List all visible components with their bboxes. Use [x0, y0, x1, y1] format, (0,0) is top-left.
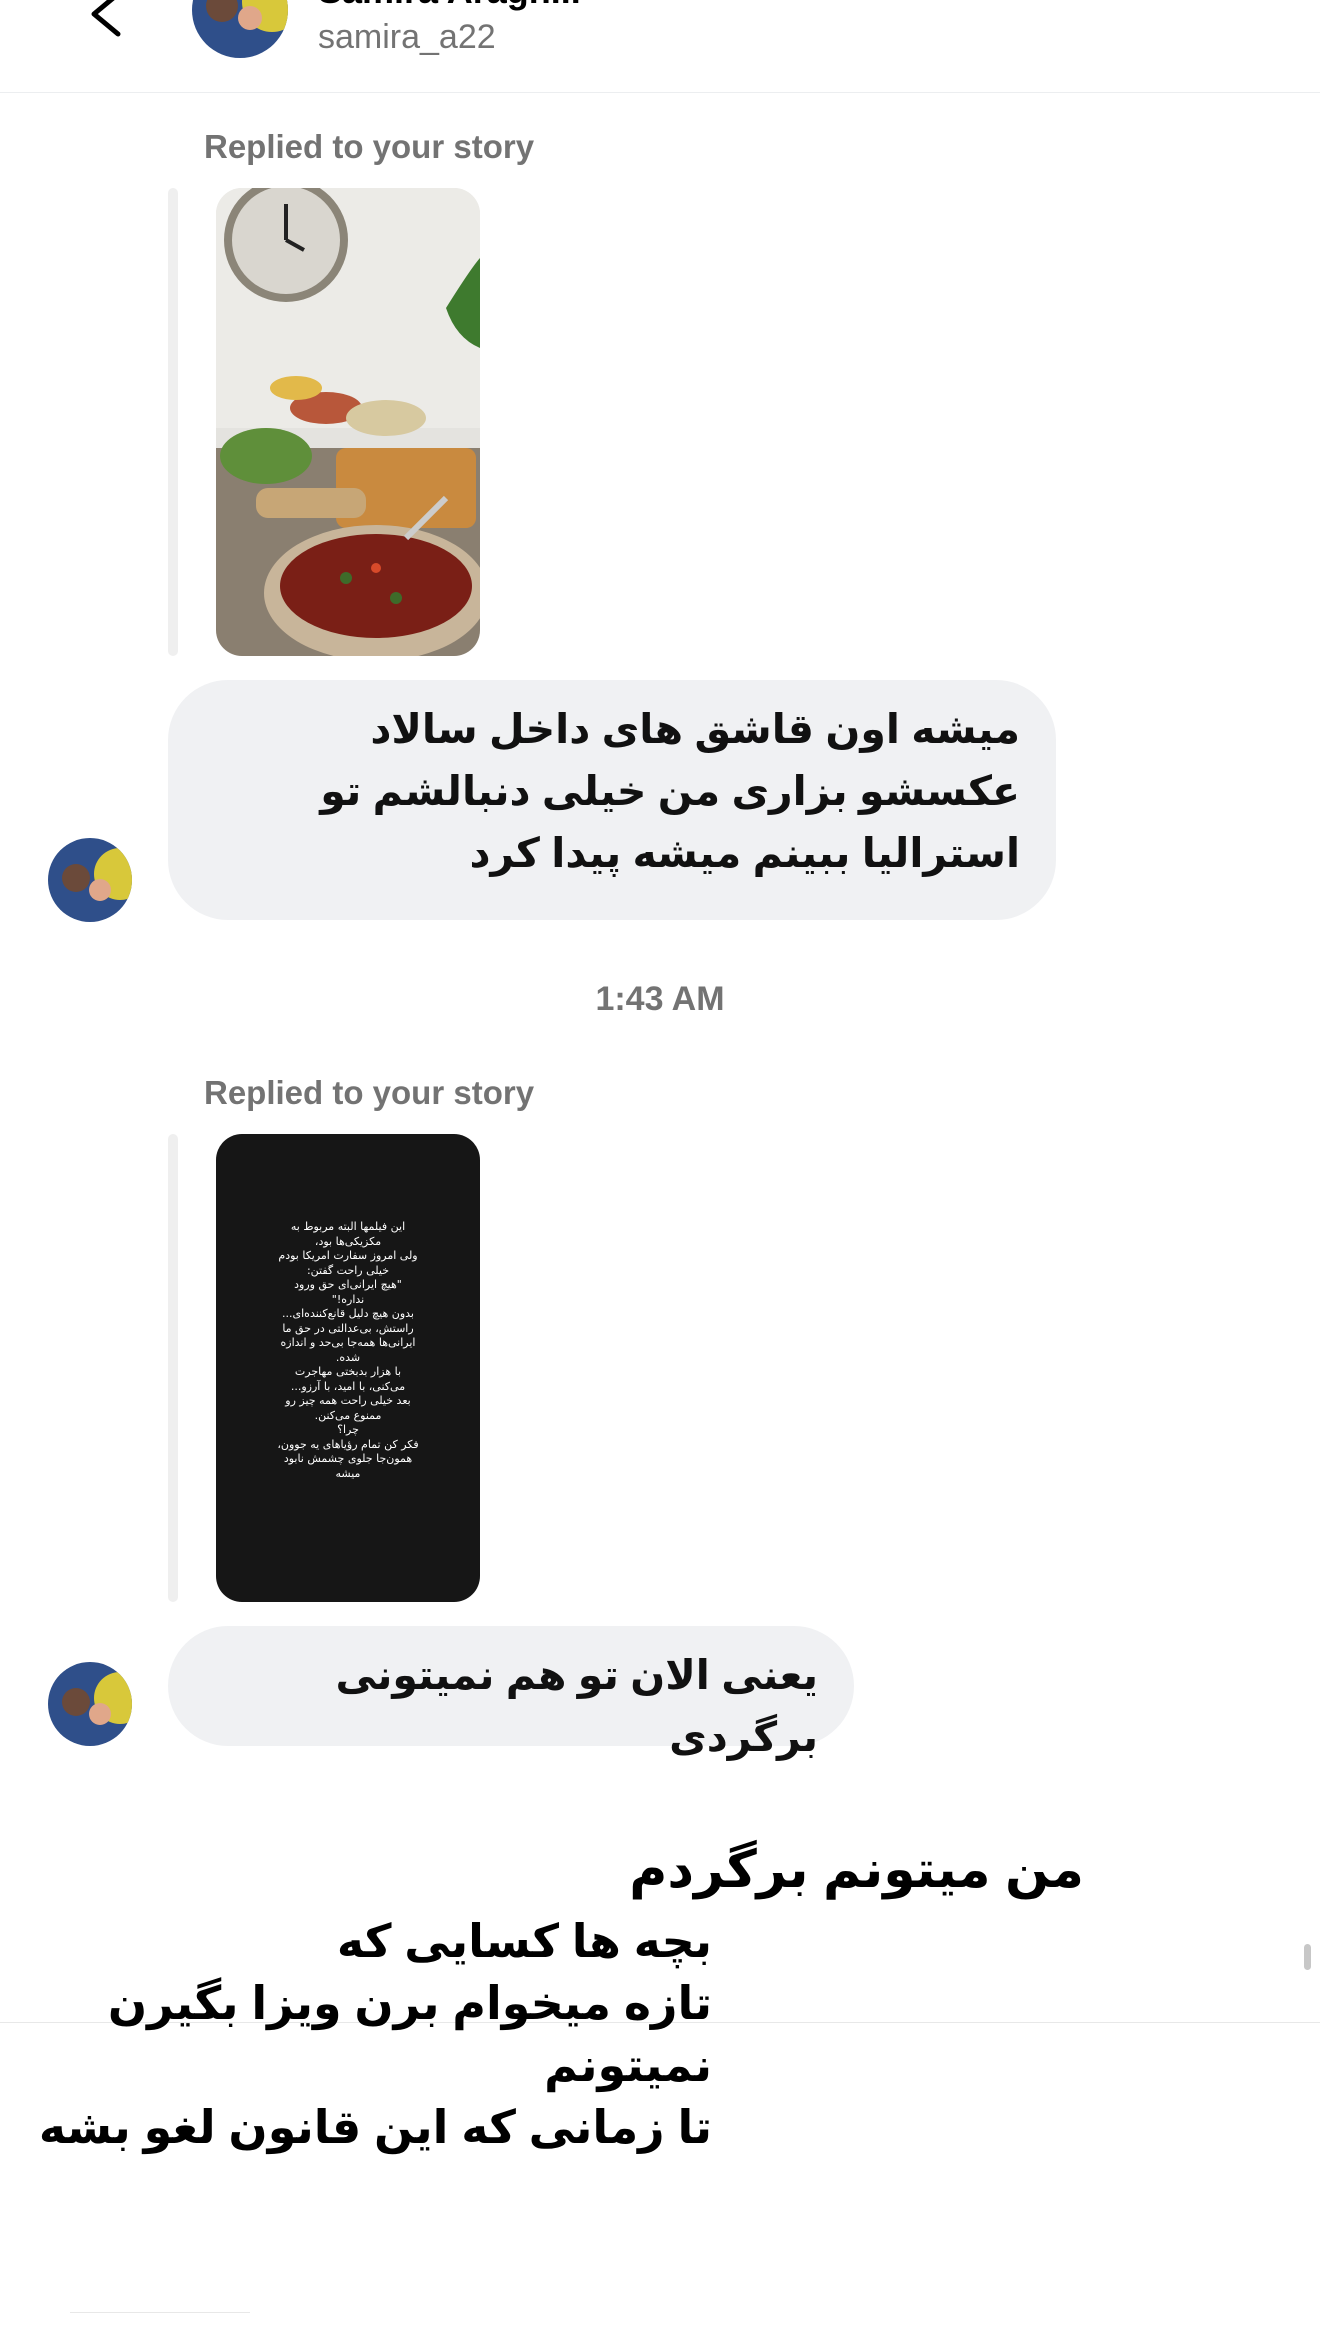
- timestamp: 1:43 AM: [595, 980, 725, 1018]
- scrollbar[interactable]: [1304, 1944, 1311, 1970]
- back-chevron-icon[interactable]: [84, 0, 128, 40]
- story-text-line: این فیلمها البته مربوط به: [290, 1220, 406, 1233]
- story-text-line: راستش، بی‌عدالتی در حق ما: [282, 1321, 414, 1335]
- sender-avatar[interactable]: [48, 1662, 132, 1746]
- composer-line: بچه ها کسایی که: [336, 1915, 712, 1967]
- sender-avatar[interactable]: [48, 838, 132, 922]
- story-text-line: همون‌جا جلوی چشمش نابود: [283, 1452, 413, 1465]
- reply-quote-line: [168, 1134, 178, 1602]
- story-text-line: میشه: [335, 1466, 361, 1480]
- replied-to-story-label: Replied to your story: [204, 1074, 535, 1111]
- story-text-line: چرا؟: [337, 1423, 359, 1436]
- story-text-line: شده.: [335, 1350, 361, 1364]
- message-bubble[interactable]: میشه اون قاشق های داخل سالاد عکسشو بزاری…: [168, 680, 1056, 920]
- message-bubble[interactable]: یعنی الان تو هم نمیتونی برگردی: [168, 1626, 854, 1760]
- composer-line: تا زمانی که این قانون لغو بشه: [38, 2101, 712, 2153]
- story-text-line: خیلی راحت گفتن:: [306, 1263, 390, 1277]
- story-text-line: با هزار بدبختی مهاجرت: [294, 1365, 402, 1378]
- story-text-line: بدون هیچ دلیل قانع‌کننده‌ای...: [282, 1307, 414, 1320]
- story-text-line: ممنوع می‌کنن.: [314, 1408, 382, 1422]
- composer-line: تازه میخوام برن ویزا بگیرن: [107, 1977, 712, 2029]
- story-text-line: مکزیکی‌ها بود،: [314, 1234, 382, 1248]
- composer-text-line[interactable]: من میتونم برگردم: [629, 1840, 1084, 1900]
- divider: [70, 2312, 250, 2313]
- composer-line: نمیتونم: [544, 2039, 712, 2091]
- story-thumbnail-food[interactable]: [216, 188, 480, 656]
- story-thumbnail-text[interactable]: این فیلمها البته مربوط به مکزیکی‌ها بود، و…: [216, 1134, 480, 1602]
- contact-username[interactable]: samira_a22: [318, 18, 496, 57]
- replied-to-story-label: Replied to your story: [204, 128, 535, 165]
- story-text-line: ایرانی‌ها همه‌جا بی‌حد و اندازه: [280, 1336, 416, 1349]
- story-text-line: نداره!": [331, 1292, 365, 1306]
- story-text: این فیلمها البته مربوط به مکزیکی‌ها بود، و…: [230, 1220, 466, 1481]
- reply-quote-line: [168, 188, 178, 656]
- story-text-line: "هیچ ایرانی‌ای حق ورود: [294, 1278, 402, 1291]
- contact-name[interactable]: Samira Aragh...: [318, 0, 581, 12]
- header-avatar[interactable]: [192, 0, 288, 58]
- story-text-line: می‌کنی، با امید، با آرزو...: [290, 1379, 406, 1393]
- story-text-line: فکر کن تمام رؤیاهای یه جوون،: [277, 1437, 419, 1451]
- composer-text-block[interactable]: بچه ها کسایی که تازه میخوام برن ویزا بگی…: [39, 1910, 712, 2158]
- story-text-line: ولی امروز سفارت امریکا بودم: [278, 1249, 418, 1262]
- story-text-line: بعد خیلی راحت همه چیز رو: [285, 1394, 411, 1407]
- chat-header: Samira Aragh... samira_a22: [0, 0, 1320, 93]
